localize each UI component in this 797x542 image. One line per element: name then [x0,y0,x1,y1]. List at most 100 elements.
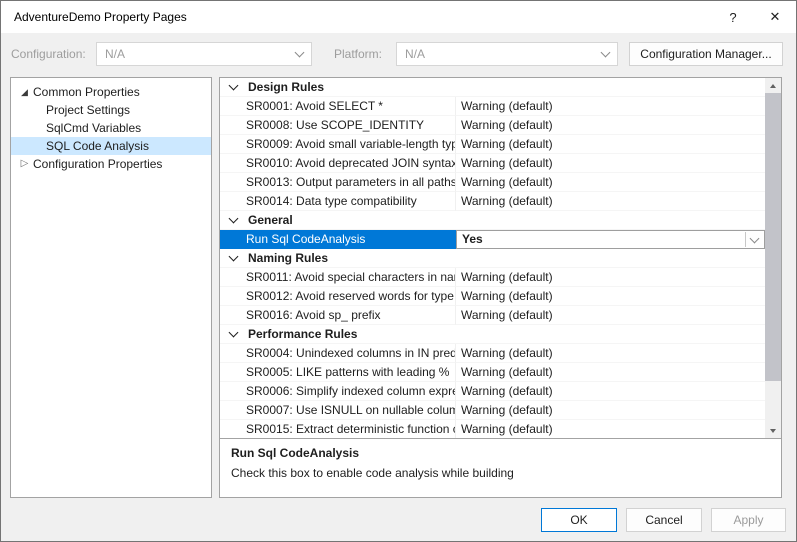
tree-item-sqlcmd-variables[interactable]: SqlCmd Variables [11,119,211,137]
property-name[interactable]: SR0015: Extract deterministic function c… [220,420,456,439]
cancel-button[interactable]: Cancel [626,508,702,532]
scroll-up-icon [770,84,776,88]
property-name[interactable]: SR0016: Avoid sp_ prefix [220,306,456,325]
property-row-sr0008[interactable]: SR0008: Use SCOPE_IDENTITYWarning (defau… [220,116,765,135]
tree-item-label: SqlCmd Variables [45,119,141,137]
category-row-design-rules[interactable]: Design Rules [220,78,765,97]
category-row-general[interactable]: General [220,211,765,230]
property-value[interactable]: Warning (default) [456,420,765,439]
property-pages-dialog: AdventureDemo Property Pages ? ✕ Configu… [0,0,797,542]
property-name[interactable]: SR0011: Avoid special characters in nam [220,268,456,287]
property-value-text: Yes [462,232,483,246]
ok-button[interactable]: OK [541,508,617,532]
tree-item-label: SQL Code Analysis [45,137,149,155]
property-value-text: Warning (default) [461,308,553,322]
property-row-sr0004[interactable]: SR0004: Unindexed columns in IN predic Wa… [220,344,765,363]
scroll-up-button[interactable] [765,78,781,93]
property-row-sr0011[interactable]: SR0011: Avoid special characters in nam W… [220,268,765,287]
category-collapse-icon[interactable] [229,328,239,338]
grid-scrollbar[interactable] [765,78,781,438]
property-value[interactable]: Warning (default) [456,192,765,211]
category-label: Performance Rules [248,327,357,341]
property-value[interactable]: Warning (default) [456,135,765,154]
property-value[interactable]: Warning (default) [456,116,765,135]
property-name[interactable]: SR0007: Use ISNULL on nullable column [220,401,456,420]
property-row-run-sql-codeanalysis[interactable]: Run Sql CodeAnalysis Yes [220,230,765,249]
property-name[interactable]: SR0004: Unindexed columns in IN predic [220,344,456,363]
tree-item-sql-code-analysis[interactable]: SQL Code Analysis [11,137,211,155]
property-value-text: Warning (default) [461,384,553,398]
property-row-sr0009[interactable]: SR0009: Avoid small variable-length typW… [220,135,765,154]
property-row-sr0013[interactable]: SR0013: Output parameters in all paths Wa… [220,173,765,192]
property-value[interactable]: Warning (default) [456,97,765,116]
scroll-down-icon [770,429,776,433]
category-row-performance-rules[interactable]: Performance Rules [220,325,765,344]
property-name[interactable]: SR0012: Avoid reserved words for type n [220,287,456,306]
description-panel: Run Sql CodeAnalysis Check this box to e… [219,438,782,498]
configuration-dropdown[interactable]: N/A [96,42,312,66]
chevron-down-icon [295,48,305,58]
property-row-sr0010[interactable]: SR0010: Avoid deprecated JOIN syntaxWarn… [220,154,765,173]
tree-item-configuration-properties[interactable]: ▷Configuration Properties [11,155,211,173]
property-value[interactable]: Warning (default) [456,401,765,420]
property-name[interactable]: SR0009: Avoid small variable-length typ [220,135,456,154]
property-value[interactable]: Yes [456,230,765,249]
property-row-sr0012[interactable]: SR0012: Avoid reserved words for type n W… [220,287,765,306]
help-button[interactable]: ? [712,1,754,33]
property-row-sr0006[interactable]: SR0006: Simplify indexed column expres Wa… [220,382,765,401]
property-name[interactable]: SR0001: Avoid SELECT * [220,97,456,116]
property-name[interactable]: SR0005: LIKE patterns with leading % [220,363,456,382]
close-button[interactable]: ✕ [754,1,796,33]
property-name[interactable]: SR0013: Output parameters in all paths [220,173,456,192]
titlebar-buttons: ? ✕ [712,1,796,33]
category-row-naming-rules[interactable]: Naming Rules [220,249,765,268]
tree-item-label: Project Settings [45,101,130,119]
property-row-sr0016[interactable]: SR0016: Avoid sp_ prefix Warning (default… [220,306,765,325]
property-name[interactable]: SR0006: Simplify indexed column expres [220,382,456,401]
property-name[interactable]: SR0008: Use SCOPE_IDENTITY [220,116,456,135]
property-value[interactable]: Warning (default) [456,344,765,363]
chevron-down-icon [750,234,760,244]
property-value[interactable]: Warning (default) [456,173,765,192]
scrollbar-thumb[interactable] [765,93,781,381]
property-value-text: Warning (default) [461,422,553,436]
configuration-manager-button[interactable]: Configuration Manager... [629,42,783,66]
category-collapse-icon[interactable] [229,214,239,224]
tree-item-common-properties[interactable]: ◢Common Properties [11,83,211,101]
category-label: General [248,213,293,227]
platform-dropdown[interactable]: N/A [396,42,618,66]
property-row-sr0014[interactable]: SR0014: Data type compatibility Warning (… [220,192,765,211]
scroll-down-button[interactable] [765,423,781,438]
category-collapse-icon[interactable] [229,81,239,91]
property-value-text: Warning (default) [461,99,553,113]
property-value-text: Warning (default) [461,194,553,208]
property-value-text: Warning (default) [461,289,553,303]
property-value[interactable]: Warning (default) [456,287,765,306]
property-value[interactable]: Warning (default) [456,154,765,173]
apply-button[interactable]: Apply [711,508,786,532]
tree-expanded-icon[interactable]: ◢ [17,83,32,101]
chevron-down-icon [601,48,611,58]
property-value[interactable]: Warning (default) [456,363,765,382]
property-name[interactable]: SR0014: Data type compatibility [220,192,456,211]
close-icon: ✕ [770,9,781,25]
property-name[interactable]: Run Sql CodeAnalysis [220,230,456,249]
tree-item-project-settings[interactable]: Project Settings [11,101,211,119]
property-value[interactable]: Warning (default) [456,306,765,325]
property-row-sr0005[interactable]: SR0005: LIKE patterns with leading % Warn… [220,363,765,382]
property-value-text: Warning (default) [461,175,553,189]
property-value[interactable]: Warning (default) [456,382,765,401]
value-dropdown-button[interactable] [745,232,763,247]
property-value-text: Warning (default) [461,270,553,284]
category-collapse-icon[interactable] [229,252,239,262]
configuration-value: N/A [105,47,296,61]
property-row-sr0007[interactable]: SR0007: Use ISNULL on nullable columnWar… [220,401,765,420]
property-name[interactable]: SR0010: Avoid deprecated JOIN syntax [220,154,456,173]
property-row-sr0001[interactable]: SR0001: Avoid SELECT * Warning (default) [220,97,765,116]
property-row-sr0015[interactable]: SR0015: Extract deterministic function c… [220,420,765,439]
property-value[interactable]: Warning (default) [456,268,765,287]
property-value-text: Warning (default) [461,346,553,360]
property-value-text: Warning (default) [461,365,553,379]
description-text: Check this box to enable code analysis w… [231,466,770,480]
tree-collapsed-icon[interactable]: ▷ [17,155,32,173]
